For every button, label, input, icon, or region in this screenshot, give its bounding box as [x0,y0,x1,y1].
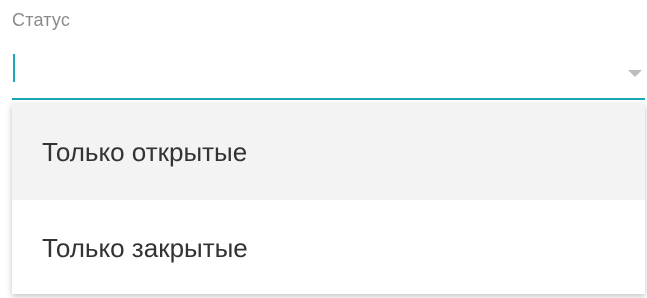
status-input[interactable] [12,48,645,100]
status-label: Статус [12,10,71,30]
option-only-open[interactable]: Только открытые [12,104,645,200]
option-label: Только закрытые [42,232,248,263]
text-caret [13,54,15,82]
option-label: Только открытые [42,136,248,167]
status-dropdown-menu: Только открытые Только закрытые [12,104,645,294]
option-only-closed[interactable]: Только закрытые [12,200,645,294]
status-field: Статус [12,0,645,100]
dropdown-arrow-icon[interactable] [628,70,642,77]
